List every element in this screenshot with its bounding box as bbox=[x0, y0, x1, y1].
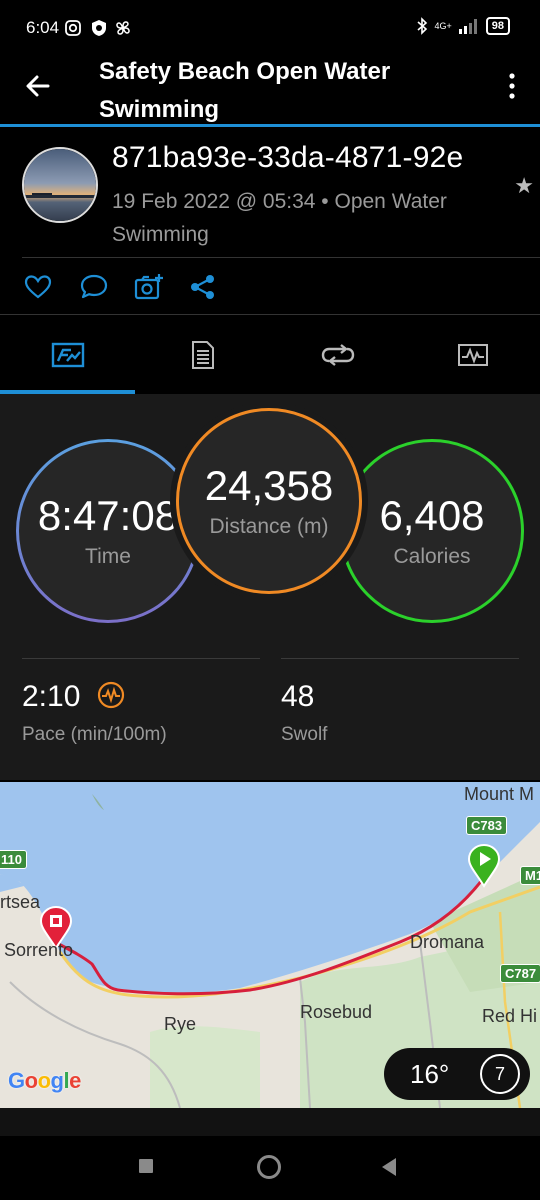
map-label-sorrento: Sorrento bbox=[4, 940, 74, 960]
weather-temp: 16° bbox=[410, 1058, 450, 1089]
map-label-dromana: Dromana bbox=[410, 932, 485, 952]
distance-ring: 24,358 Distance (m) bbox=[176, 408, 362, 594]
road-badge-m10: 110 bbox=[0, 850, 27, 869]
battery-indicator: 98 bbox=[485, 17, 510, 35]
pace-value: 2:10 bbox=[22, 680, 125, 714]
fan-icon bbox=[116, 21, 130, 35]
stats-overview-icon bbox=[51, 342, 84, 368]
page-title: Safety Beach Open Water Swimming bbox=[99, 58, 391, 123]
more-options-icon[interactable] bbox=[506, 70, 518, 102]
swolf-value: 48 bbox=[281, 680, 315, 713]
tab-laps[interactable] bbox=[270, 316, 405, 394]
system-nav-bar bbox=[0, 1136, 540, 1200]
map-label-rye: Rye bbox=[164, 1014, 197, 1034]
avatar[interactable] bbox=[22, 147, 98, 223]
swolf-divider bbox=[281, 658, 519, 659]
action-row bbox=[0, 260, 540, 314]
bluetooth-icon bbox=[417, 17, 428, 35]
laps-icon bbox=[321, 344, 354, 366]
calories-value: 6,408 bbox=[379, 492, 485, 539]
map-label-red-hill: Red Hi bbox=[482, 1006, 538, 1026]
activity-name: 871ba93e-33da-4871-92e bbox=[112, 141, 464, 174]
time-label: Time bbox=[85, 545, 131, 568]
recents-icon[interactable] bbox=[138, 1158, 154, 1174]
wind-indicator: 7 bbox=[480, 1054, 520, 1094]
share-icon[interactable] bbox=[188, 272, 218, 302]
content-footer bbox=[0, 1108, 540, 1136]
details-list-icon bbox=[191, 341, 214, 369]
app-bar: Safety Beach Open Water Swimming bbox=[0, 40, 540, 128]
wind-speed: 7 bbox=[494, 1063, 505, 1084]
instagram-icon bbox=[65, 20, 81, 36]
road-badge-c783: C783 bbox=[466, 816, 508, 835]
calories-ring: 6,408 Calories bbox=[340, 439, 524, 623]
activity-header: 871ba93e-33da-4871-92e 19 Feb 2022 @ 05:… bbox=[0, 127, 540, 257]
tab-charts[interactable] bbox=[405, 316, 540, 394]
tab-stats[interactable] bbox=[0, 316, 135, 394]
back-nav-icon[interactable] bbox=[380, 1157, 398, 1177]
shield-icon bbox=[92, 20, 106, 36]
network-type: 4G+ bbox=[434, 20, 452, 31]
tab-bar bbox=[0, 316, 540, 394]
star-icon[interactable]: ★ bbox=[514, 173, 534, 199]
road-badge-m1: M1 bbox=[520, 866, 540, 885]
time-value: 8:47:08 bbox=[37, 492, 179, 539]
map-label-rosebud: Rosebud bbox=[300, 1002, 373, 1022]
comment-icon[interactable] bbox=[79, 272, 109, 302]
swolf-label: Swolf bbox=[281, 724, 328, 745]
header-divider bbox=[22, 257, 540, 258]
heart-icon[interactable] bbox=[23, 272, 53, 302]
status-indicators: 4G+ 98 bbox=[416, 17, 510, 35]
route-map[interactable]: Mount M rtsea Sorrento Dromana Rosebud R… bbox=[0, 782, 540, 1108]
map-label-portsea: rtsea bbox=[0, 892, 41, 912]
distance-label: Distance (m) bbox=[209, 515, 329, 538]
stats-panel: 8:47:08 Time 6,408 Calories 24,358 Dista… bbox=[0, 394, 540, 780]
calories-label: Calories bbox=[393, 545, 471, 568]
map-label-mount: Mount M bbox=[464, 784, 535, 804]
activity-meta: 19 Feb 2022 @ 05:34 • Open Water Swimmin… bbox=[112, 190, 447, 246]
road-badge-c787: C787 bbox=[500, 964, 540, 983]
pace-divider bbox=[22, 658, 260, 659]
tab-details[interactable] bbox=[135, 316, 270, 394]
charts-icon bbox=[457, 344, 488, 366]
start-marker-icon[interactable] bbox=[467, 844, 501, 888]
distance-value: 24,358 bbox=[204, 462, 334, 509]
google-attribution: Google bbox=[8, 1068, 81, 1093]
status-time: 6:04 bbox=[26, 18, 60, 37]
sunrise-photo bbox=[24, 149, 96, 221]
pace-insight-icon[interactable] bbox=[97, 681, 125, 709]
action-divider bbox=[0, 314, 540, 315]
signal-icon bbox=[458, 19, 477, 34]
home-icon[interactable] bbox=[256, 1154, 282, 1180]
back-arrow-icon[interactable] bbox=[22, 70, 54, 102]
add-photo-icon[interactable] bbox=[134, 272, 164, 302]
weather-badge[interactable]: 16° 7 bbox=[384, 1048, 530, 1100]
pace-label: Pace (min/100m) bbox=[22, 724, 167, 745]
time-ring: 8:47:08 Time bbox=[16, 439, 200, 623]
